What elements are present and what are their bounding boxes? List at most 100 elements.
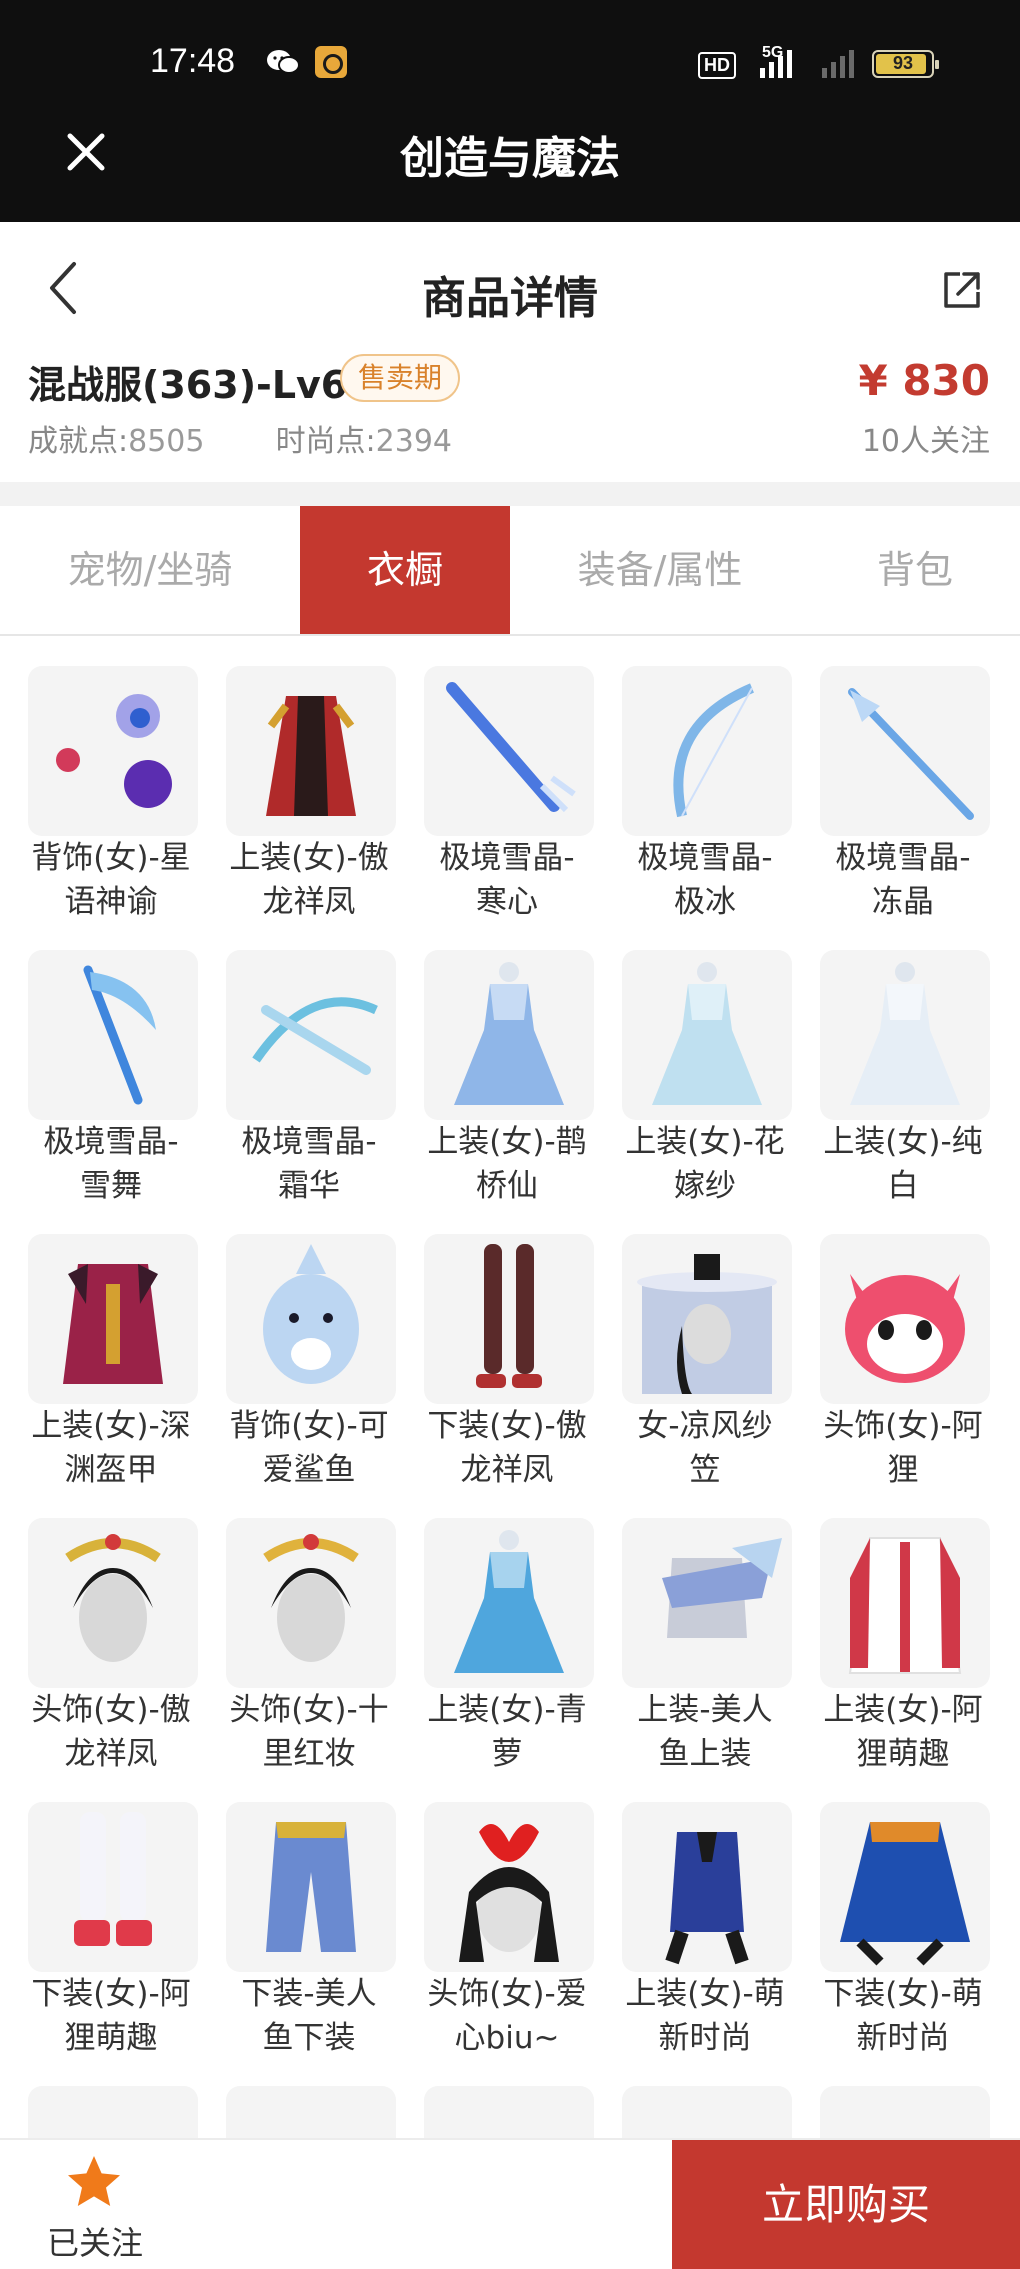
item-name-line1: 上装(女)-萌: [625, 1976, 785, 2012]
tab-pets-mounts[interactable]: 宠物/坐骑: [0, 506, 300, 634]
tab-backpack[interactable]: 背包: [810, 506, 1020, 634]
item-name: 上装(女)-鹊 桥仙: [408, 1120, 606, 1208]
headdress-icon: [65, 1534, 161, 1662]
item-name: 上装(女)-阿 狸萌趣: [804, 1688, 1002, 1776]
wardrobe-item[interactable]: 上装(女)-阿 狸萌趣: [804, 1512, 1002, 1796]
item-name-line2: 雪舞: [80, 1168, 142, 1204]
item-thumbnail: [424, 1518, 594, 1688]
armor-icon: [63, 1264, 163, 1384]
item-name-line1: 下装-美人: [241, 1976, 377, 2012]
follow-label: 已关注: [46, 2224, 143, 2262]
item-name-line1: 下装(女)-傲: [427, 1408, 587, 1444]
wardrobe-item[interactable]: 极境雪晶- 雪舞: [12, 944, 210, 1228]
buy-now-button[interactable]: 立即购买: [672, 2140, 1020, 2269]
wardrobe-item[interactable]: [12, 2080, 210, 2140]
wardrobe-item[interactable]: 上装(女)-傲 龙祥凤: [210, 660, 408, 944]
item-name-line2: 嫁纱: [674, 1168, 736, 1204]
tab-bar: 宠物/坐骑 衣橱 装备/属性 背包: [0, 506, 1020, 636]
item-name-line2: 鱼上装: [658, 1736, 752, 1772]
wardrobe-item[interactable]: [606, 2080, 804, 2140]
wardrobe-item[interactable]: 上装(女)-鹊 桥仙: [408, 944, 606, 1228]
item-name-line2: 鱼下装: [262, 2020, 356, 2056]
item-name-line2: 狸: [887, 1452, 919, 1488]
battery-level: 93: [892, 53, 914, 73]
wardrobe-item[interactable]: 极境雪晶- 冻晶: [804, 660, 1002, 944]
item-name: 下装(女)-萌 新时尚: [804, 1972, 1002, 2060]
partial-icon: [226, 2086, 396, 2140]
wardrobe-item[interactable]: 上装(女)-萌 新时尚: [606, 1796, 804, 2080]
wardrobe-item[interactable]: 头饰(女)-阿狸: [804, 1228, 1002, 1512]
item-name: 头饰(女)-阿狸: [804, 1404, 1002, 1492]
wardrobe-item[interactable]: 极境雪晶- 极冰: [606, 660, 804, 944]
wardrobe-item[interactable]: 头饰(女)-十 里红妆: [210, 1512, 408, 1796]
star-icon: [68, 2156, 120, 2206]
dress-icon: [850, 962, 960, 1105]
item-name-line2: 寒心: [476, 884, 538, 920]
wardrobe-item[interactable]: 极境雪晶- 霜华: [210, 944, 408, 1228]
item-name-line1: 女-凉风纱: [637, 1408, 773, 1444]
item-thumbnail: [226, 666, 396, 836]
item-name: 上装(女)-花 嫁纱: [606, 1120, 804, 1208]
item-name: 上装(女)-傲 龙祥凤: [210, 836, 408, 924]
fox-head-icon: [845, 1274, 965, 1383]
wardrobe-item[interactable]: 极境雪晶- 寒心: [408, 660, 606, 944]
tab-wardrobe[interactable]: 衣橱: [300, 506, 510, 634]
item-name-line2: 桥仙: [476, 1168, 538, 1204]
item-name-line2: 笠: [689, 1452, 721, 1488]
item-name-line1: 头饰(女)-十: [229, 1692, 389, 1728]
hat-icon: [637, 1254, 777, 1394]
item-name-line2: 龙祥凤: [262, 884, 356, 920]
wardrobe-item[interactable]: 上装(女)-纯白: [804, 944, 1002, 1228]
section-divider: [0, 482, 1020, 506]
page-title: 商品详情: [422, 273, 598, 324]
vest-icon: [665, 1832, 749, 1965]
wardrobe-item[interactable]: [408, 2080, 606, 2140]
dress-icon: [454, 962, 564, 1105]
item-thumbnail: [424, 950, 594, 1120]
top-icon: [662, 1538, 782, 1638]
item-thumbnail: [424, 1234, 594, 1404]
wardrobe-item[interactable]: 下装(女)-萌 新时尚: [804, 1796, 1002, 2080]
wechat-icon: [267, 50, 300, 74]
item-thumbnail: [28, 1802, 198, 1972]
item-thumbnail: [28, 666, 198, 836]
wardrobe-item[interactable]: 上装(女)-花 嫁纱: [606, 944, 804, 1228]
item-name-line2: 龙祥凤: [460, 1452, 554, 1488]
wardrobe-item[interactable]: 上装(女)-深 渊盔甲: [12, 1228, 210, 1512]
share-icon[interactable]: [940, 268, 984, 312]
follower-count: 10人关注: [861, 424, 990, 459]
wardrobe-item[interactable]: 下装-美人鱼下装: [210, 1796, 408, 2080]
wardrobe-item[interactable]: 头饰(女)-爱 心biu~: [408, 1796, 606, 2080]
achievement-value: 8505: [128, 424, 205, 459]
wardrobe-item[interactable]: [804, 2080, 1002, 2140]
item-name-line2: 龙祥凤: [64, 1736, 158, 1772]
item-name-line2: 狸萌趣: [856, 1736, 950, 1772]
item-thumbnail: [226, 1802, 396, 1972]
wardrobe-item[interactable]: 背饰(女)-可 爱鲨鱼: [210, 1228, 408, 1512]
wardrobe-item[interactable]: 上装(女)-青萝: [408, 1512, 606, 1796]
item-thumbnail: [820, 1518, 990, 1688]
item-thumbnail: [820, 1802, 990, 1972]
wardrobe-item[interactable]: 背饰(女)-星 语神谕: [12, 660, 210, 944]
wardrobe-item[interactable]: 女-凉风纱笠: [606, 1228, 804, 1512]
wardrobe-item[interactable]: [210, 2080, 408, 2140]
item-name: 上装(女)-萌 新时尚: [606, 1972, 804, 2060]
wardrobe-item[interactable]: 头饰(女)-傲 龙祥凤: [12, 1512, 210, 1796]
partial-icon: [424, 2086, 594, 2140]
wardrobe-item[interactable]: 上装-美人 鱼上装: [606, 1512, 804, 1796]
follow-button[interactable]: 已关注: [0, 2140, 190, 2269]
item-name: 头饰(女)-爱 心biu~: [408, 1972, 606, 2060]
item-name: 女-凉风纱笠: [606, 1404, 804, 1492]
signal-2-icon: [822, 48, 854, 78]
item-thumbnail: [226, 1234, 396, 1404]
wardrobe-item[interactable]: 下装(女)-阿 狸萌趣: [12, 1796, 210, 2080]
wardrobe-grid: 背饰(女)-星 语神谕 上装(女)-傲 龙祥凤 极境雪晶- 寒心 极境雪晶- 极冰 极境雪晶- 冻…: [0, 660, 1020, 2140]
tab-equipment[interactable]: 装备/属性: [510, 506, 810, 634]
boots-icon: [74, 1812, 152, 1946]
hd-icon: HD: [698, 52, 736, 79]
wardrobe-item[interactable]: 下装(女)-傲 龙祥凤: [408, 1228, 606, 1512]
item-name: 头饰(女)-傲 龙祥凤: [12, 1688, 210, 1776]
item-name-line2: 语神谕: [64, 884, 158, 920]
signal-icon: [760, 48, 792, 78]
nav-bar: 商品详情: [0, 222, 1020, 352]
